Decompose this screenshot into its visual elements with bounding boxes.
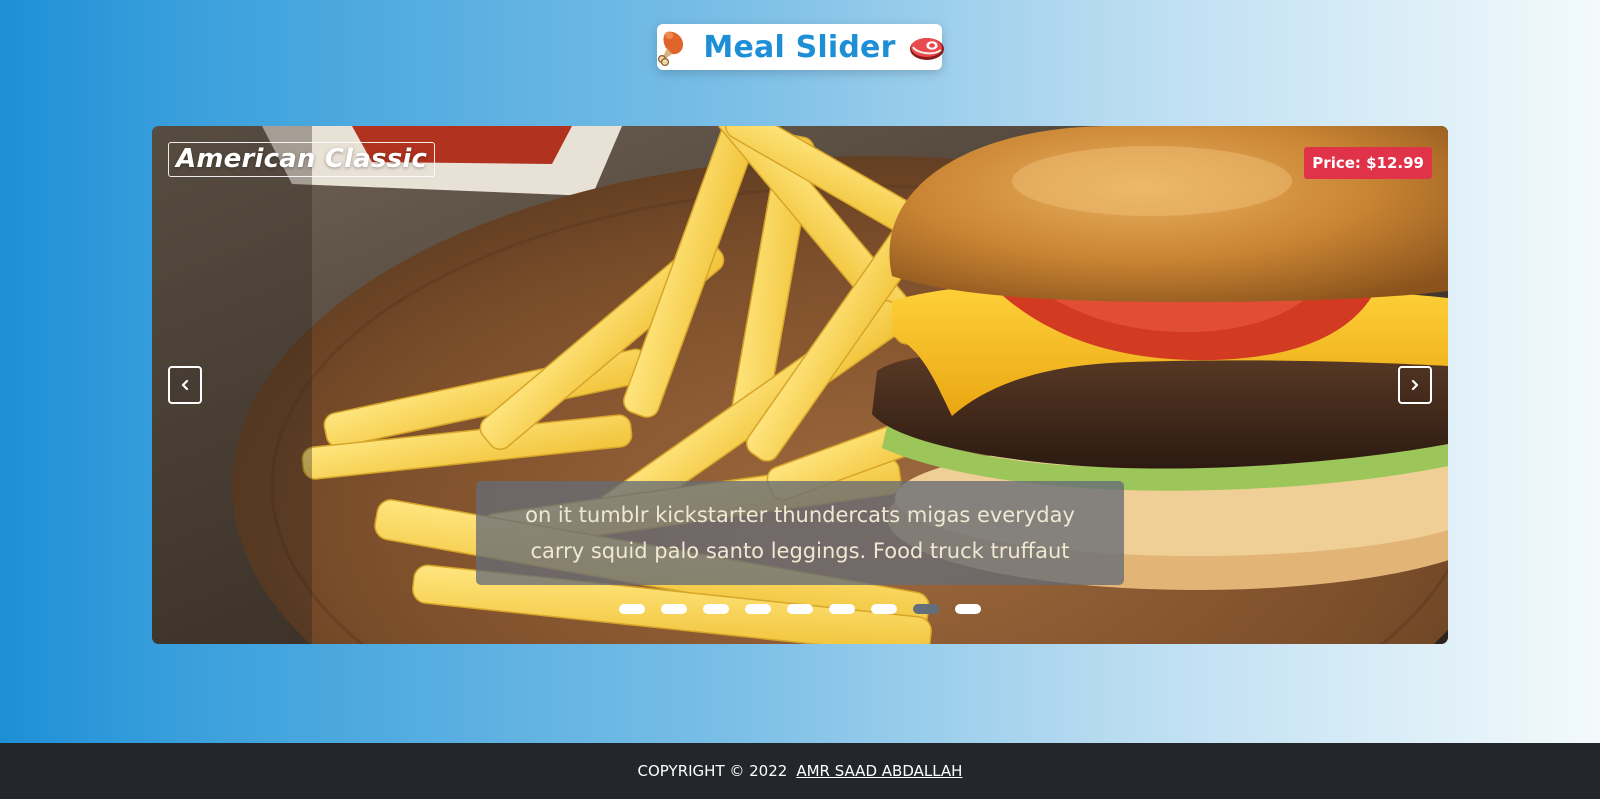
prev-slide-button[interactable] (168, 366, 202, 404)
meal-description: on it tumblr kickstarter thundercats mig… (476, 481, 1124, 585)
meal-title: American Classic (168, 142, 436, 177)
copyright-text: COPYRIGHT © 2022 (637, 762, 788, 780)
slide-dot-9[interactable] (955, 604, 981, 614)
drumstick-icon (653, 28, 691, 66)
chevron-left-icon (181, 379, 189, 391)
slide-dot-6[interactable] (829, 604, 855, 614)
slide-dot-3[interactable] (703, 604, 729, 614)
app-header: Meal Slider (657, 24, 944, 70)
slide-dot-4[interactable] (745, 604, 771, 614)
slide-dot-5[interactable] (787, 604, 813, 614)
slide-indicator-dots (152, 604, 1448, 614)
meal-slider: American Classic Price: $12.99 on it tum… (152, 126, 1448, 644)
slide-dot-8[interactable] (913, 604, 939, 614)
page-footer: COPYRIGHT © 2022 AMR SAAD ABDALLAH (0, 743, 1600, 799)
meat-steak-icon (908, 28, 946, 66)
slide-dot-7[interactable] (871, 604, 897, 614)
author-link[interactable]: AMR SAAD ABDALLAH (796, 762, 962, 780)
slide-dot-2[interactable] (661, 604, 687, 614)
price-badge: Price: $12.99 (1304, 147, 1432, 179)
next-slide-button[interactable] (1398, 366, 1432, 404)
chevron-right-icon (1411, 379, 1419, 391)
slide-dot-1[interactable] (619, 604, 645, 614)
app-title: Meal Slider (703, 29, 896, 65)
